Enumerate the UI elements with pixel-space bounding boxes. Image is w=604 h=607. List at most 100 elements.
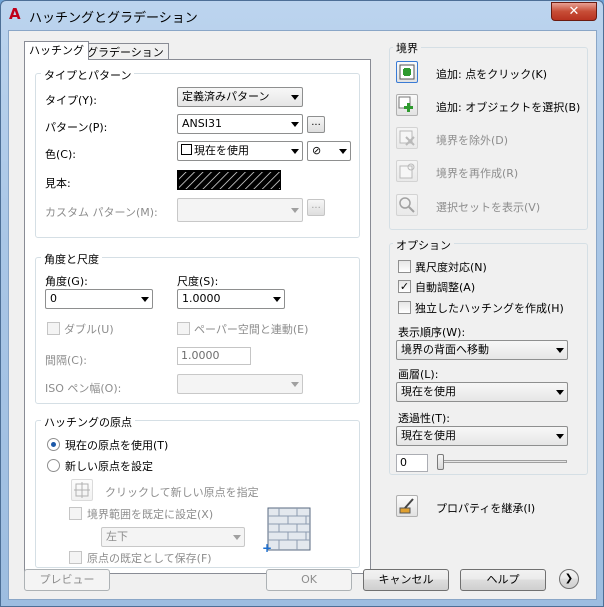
inherit-properties-label[interactable]: プロパティを継承(I) — [436, 500, 535, 516]
default-boundary-checkbox[interactable] — [69, 507, 82, 520]
chevron-down-icon — [291, 382, 299, 387]
transparency-amount-input[interactable]: 0 — [396, 454, 428, 472]
remove-boundaries-label[interactable]: 境界を除外(D) — [436, 132, 508, 148]
cancel-button[interactable]: キャンセル — [363, 569, 449, 591]
origin-marker-icon: + — [262, 541, 273, 555]
autocad-app-icon: A — [9, 5, 21, 23]
ok-button[interactable]: OK — [266, 569, 352, 591]
preview-button[interactable]: プレビュー — [24, 569, 110, 591]
close-button[interactable]: ✕ — [551, 2, 597, 21]
type-value: 定義済みパターン — [182, 90, 270, 103]
scale-combo[interactable]: 1.0000 — [177, 289, 285, 309]
no-fill-icon: ⊘ — [312, 144, 322, 157]
iso-pen-width-dropdown[interactable] — [177, 374, 303, 394]
background-color-dropdown[interactable]: ⊘ — [307, 141, 351, 161]
window-title: ハッチングとグラデーション — [29, 11, 198, 26]
remove-boundaries-icon — [399, 130, 415, 146]
hatch-tab-panel: タイプとパターン タイプ(Y): 定義済みパターン パターン(P): ANSI3… — [24, 59, 371, 574]
remove-boundaries-button[interactable] — [396, 127, 418, 149]
chevron-down-icon — [291, 95, 299, 100]
set-origin-button[interactable] — [71, 479, 93, 501]
pattern-browse-button[interactable]: ... — [307, 116, 325, 133]
more-options-button[interactable]: ❯ — [559, 569, 579, 589]
store-default-origin-checkbox[interactable] — [69, 551, 82, 564]
sample-label: 見本: — [45, 177, 71, 190]
type-pattern-group-label: タイプとパターン — [41, 67, 135, 83]
transparency-label: 透過性(T): — [398, 412, 451, 425]
layer-dropdown[interactable]: 現在を使用 — [396, 382, 568, 402]
spacing-input[interactable]: 1.0000 — [177, 347, 251, 365]
angle-value: 0 — [50, 292, 57, 305]
chevron-down-icon — [273, 297, 281, 302]
relative-paper-label: ペーパー空間と連動(E) — [194, 323, 309, 336]
tab-gradient[interactable]: グラデーション — [82, 43, 169, 60]
custom-pattern-dropdown[interactable] — [177, 198, 303, 222]
view-selections-button[interactable] — [396, 194, 418, 216]
origin-preview-image — [267, 507, 311, 551]
boundary-position-value: 左下 — [106, 530, 128, 543]
layer-label: 画層(L): — [398, 368, 439, 381]
hatch-origin-group-label: ハッチングの原点 — [41, 414, 135, 430]
recreate-boundary-button[interactable] — [396, 160, 418, 182]
transparency-value: 現在を使用 — [401, 429, 456, 442]
angle-combo[interactable]: 0 — [45, 289, 153, 309]
click-set-origin-label: クリックして新しい原点を指定 — [105, 486, 259, 499]
magnifier-icon — [399, 197, 415, 213]
chevron-down-icon — [291, 149, 299, 154]
boundary-position-dropdown[interactable]: 左下 — [101, 527, 245, 547]
checkmark-icon: ✓ — [399, 280, 410, 293]
add-pick-points-icon — [399, 64, 415, 80]
specified-origin-radio[interactable] — [47, 459, 60, 472]
chevron-down-icon — [291, 208, 299, 213]
dialog-window: A ハッチングとグラデーション ✕ ハッチング グラデーション タイプとパターン… — [0, 0, 604, 607]
inherit-properties-button[interactable] — [396, 495, 418, 517]
hatch-sample-preview[interactable] — [177, 170, 281, 190]
add-select-objects-button[interactable] — [396, 94, 418, 116]
transparency-slider-thumb[interactable] — [437, 454, 444, 470]
add-pick-points-button[interactable] — [396, 61, 418, 83]
chevron-down-icon — [556, 390, 564, 395]
annotative-checkbox[interactable] — [398, 260, 411, 273]
associative-label: 自動調整(A) — [415, 281, 476, 294]
chevron-down-icon — [556, 348, 564, 353]
double-checkbox[interactable] — [47, 322, 60, 335]
pattern-dropdown[interactable]: ANSI31 — [177, 114, 303, 134]
tab-hatch[interactable]: ハッチング — [24, 41, 89, 60]
double-label: ダブル(U) — [64, 323, 114, 336]
chevron-down-icon — [556, 434, 564, 439]
dialog-client-area: ハッチング グラデーション タイプとパターン タイプ(Y): 定義済みパターン … — [8, 30, 597, 600]
chevron-down-icon — [233, 535, 241, 540]
type-dropdown[interactable]: 定義済みパターン — [177, 87, 303, 107]
color-swatch-icon — [181, 144, 192, 155]
separate-hatches-checkbox[interactable] — [398, 301, 411, 314]
annotative-label: 異尺度対応(N) — [415, 261, 487, 274]
custom-pattern-label: カスタム パターン(M): — [45, 206, 158, 219]
use-current-origin-label: 現在の原点を使用(T) — [65, 439, 169, 452]
transparency-dropdown[interactable]: 現在を使用 — [396, 426, 568, 446]
add-select-objects-label[interactable]: 追加: オブジェクトを選択(B) — [436, 99, 580, 115]
associative-checkbox[interactable]: ✓ — [398, 280, 411, 293]
angle-label: 角度(G): — [45, 275, 88, 288]
pattern-value: ANSI31 — [182, 117, 222, 130]
color-dropdown[interactable]: 現在を使用 — [177, 141, 303, 161]
chevron-down-icon — [141, 297, 149, 302]
help-button[interactable]: ヘルプ — [460, 569, 546, 591]
boundaries-group-label: 境界 — [393, 40, 421, 56]
draw-order-dropdown[interactable]: 境界の背面へ移動 — [396, 340, 568, 360]
recreate-boundary-label[interactable]: 境界を再作成(R) — [436, 165, 518, 181]
iso-pen-width-label: ISO ペン幅(O): — [45, 382, 122, 395]
add-pick-points-label[interactable]: 追加: 点をクリック(K) — [436, 66, 547, 82]
draw-order-value: 境界の背面へ移動 — [401, 343, 489, 356]
store-default-origin-label: 原点の既定として保存(F) — [87, 552, 212, 565]
use-current-origin-radio[interactable] — [47, 438, 60, 451]
draw-order-label: 表示順序(W): — [398, 326, 466, 339]
view-selections-label[interactable]: 選択セットを表示(V) — [436, 199, 540, 215]
type-label: タイプ(Y): — [45, 94, 98, 107]
custom-pattern-browse-button[interactable]: ... — [307, 199, 325, 216]
title-bar[interactable]: A ハッチングとグラデーション ✕ — [1, 1, 603, 29]
relative-paper-checkbox[interactable] — [177, 322, 190, 335]
pick-point-icon — [74, 482, 90, 498]
transparency-slider-track[interactable] — [437, 460, 567, 463]
specified-origin-label: 新しい原点を設定 — [65, 460, 153, 473]
pattern-label: パターン(P): — [45, 121, 108, 134]
